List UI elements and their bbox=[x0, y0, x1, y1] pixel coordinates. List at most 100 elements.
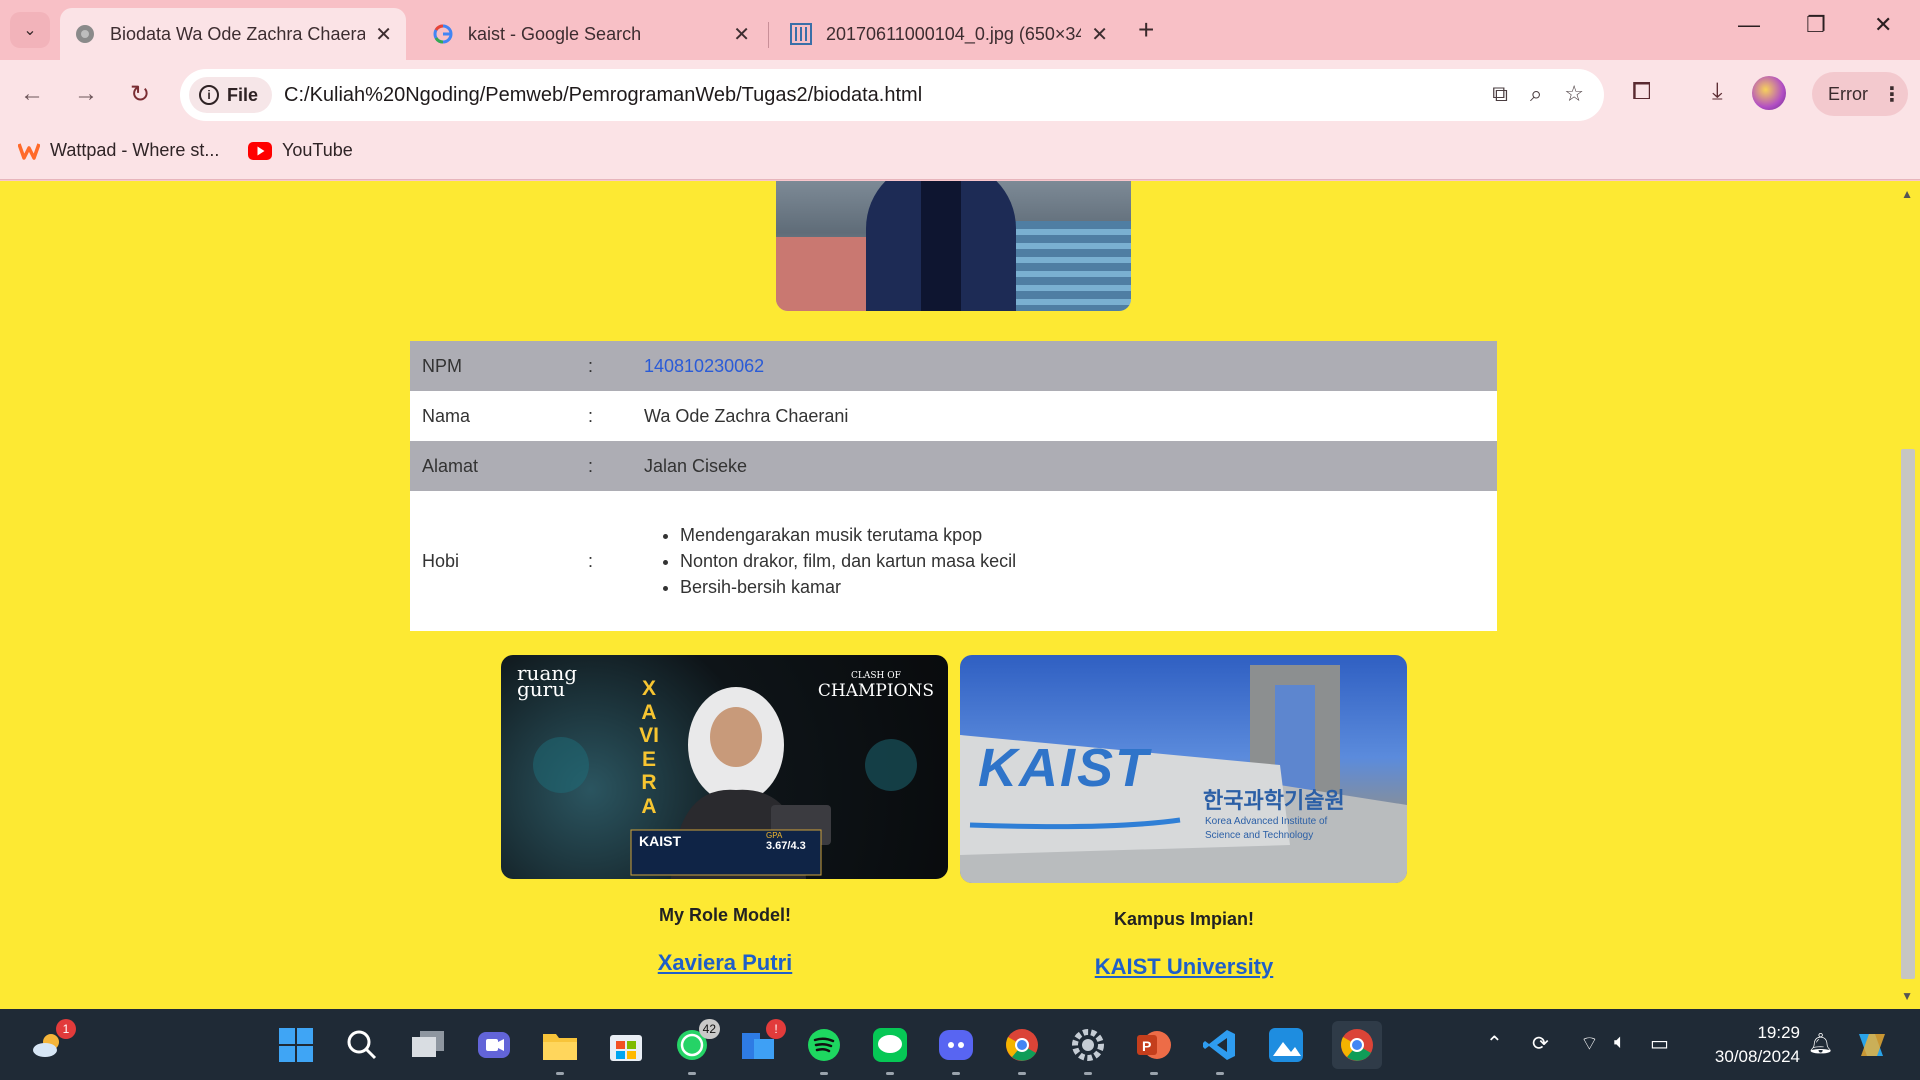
biodata-table: NPM : 140810230062 Nama : Wa Ode Zachra … bbox=[410, 341, 1497, 631]
chrome-icon[interactable] bbox=[1002, 1025, 1042, 1075]
vscode-icon[interactable] bbox=[1200, 1025, 1240, 1075]
table-row: NPM : 140810230062 bbox=[410, 341, 1497, 391]
settings-icon[interactable] bbox=[1068, 1025, 1108, 1075]
bookmarks-bar: Wattpad - Where st... YouTube bbox=[0, 130, 1920, 180]
scroll-down-icon[interactable]: ▼ bbox=[1901, 989, 1913, 1003]
copilot-icon[interactable] bbox=[1852, 1025, 1892, 1065]
search-icon[interactable] bbox=[342, 1025, 382, 1065]
close-icon[interactable]: ✕ bbox=[733, 22, 750, 47]
task-view-icon[interactable] bbox=[408, 1025, 448, 1065]
wattpad-icon bbox=[18, 141, 40, 161]
row-separator: : bbox=[588, 455, 594, 476]
browser-toolbar: ← → ↻ i File C:/Kuliah%20Ngoding/Pemweb/… bbox=[0, 60, 1920, 130]
whatsapp-icon[interactable]: 42 bbox=[672, 1019, 720, 1075]
hobi-cell: Mendengarakan musik terutama kpop Nonton… bbox=[632, 491, 1497, 631]
tab-biodata[interactable]: Biodata Wa Ode Zachra Chaerani ✕ bbox=[60, 8, 406, 60]
table-row: Nama : Wa Ode Zachra Chaerani bbox=[410, 391, 1497, 441]
event-text: CHAMPIONS bbox=[817, 681, 934, 701]
discord-icon[interactable] bbox=[936, 1025, 976, 1075]
scroll-up-icon[interactable]: ▲ bbox=[1901, 187, 1913, 201]
english-text: Science and Technology bbox=[1205, 830, 1314, 841]
role-model-card: ruang guru XAVIERA CLASH OF CHAMPIONS KA… bbox=[501, 655, 949, 976]
minimize-icon[interactable]: — bbox=[1738, 12, 1760, 38]
bookmark-wattpad[interactable]: Wattpad - Where st... bbox=[18, 140, 219, 161]
sync-icon[interactable]: ⟳ bbox=[1532, 1031, 1549, 1056]
notification-bell-icon[interactable]: 🔔︎ bbox=[1808, 1031, 1833, 1056]
store-icon[interactable] bbox=[606, 1025, 646, 1065]
gpa-value: 3.67/4.3 bbox=[766, 840, 806, 852]
gpa-label: GPA bbox=[766, 831, 783, 840]
tab-google-search[interactable]: kaist - Google Search ✕ bbox=[418, 8, 764, 60]
clock[interactable]: 19:29 30/08/2024 bbox=[1700, 1021, 1800, 1069]
row-separator: : bbox=[588, 355, 594, 376]
event-text: CLASH OF bbox=[850, 671, 901, 681]
chrome-active-icon[interactable] bbox=[1332, 1021, 1382, 1069]
wifi-icon[interactable]: ⌔ bbox=[1580, 1031, 1599, 1056]
download-icon[interactable]: ⤓ bbox=[1712, 78, 1723, 106]
star-icon[interactable]: ☆ bbox=[1564, 81, 1584, 107]
photos-icon[interactable] bbox=[1266, 1025, 1306, 1065]
volume-icon[interactable]: 🔈︎ bbox=[1614, 1031, 1626, 1054]
close-window-icon[interactable]: ✕ bbox=[1874, 12, 1892, 38]
close-icon[interactable]: ✕ bbox=[1091, 22, 1108, 47]
line-icon[interactable] bbox=[870, 1025, 910, 1075]
row-key: NPM bbox=[422, 355, 462, 376]
google-icon bbox=[432, 23, 454, 45]
spotify-icon[interactable] bbox=[804, 1025, 844, 1075]
campus-image: KAIST 한국과학기술원 Korea Advanced Institute o… bbox=[960, 655, 1407, 883]
row-value: Wa Ode Zachra Chaerani bbox=[644, 405, 849, 426]
role-model-link[interactable]: Xaviera Putri bbox=[658, 950, 793, 976]
hobi-list: Mendengarakan musik terutama kpop Nonton… bbox=[644, 522, 1485, 600]
scroll-thumb[interactable] bbox=[1901, 449, 1915, 979]
new-tab-button[interactable]: + bbox=[1138, 14, 1154, 46]
weather-icon[interactable]: 1 bbox=[28, 1019, 76, 1065]
row-key: Hobi bbox=[422, 550, 460, 571]
chip-label: File bbox=[227, 84, 259, 105]
extensions-icon[interactable]: ⧠ bbox=[1632, 78, 1651, 106]
error-button[interactable]: Error ⋮ bbox=[1812, 72, 1908, 116]
chevron-down-icon: ⌄ bbox=[23, 22, 37, 39]
site-info-chip[interactable]: i File bbox=[189, 77, 273, 113]
menu-icon: ⋮ bbox=[1882, 83, 1902, 106]
restore-icon[interactable]: ❐ bbox=[1806, 12, 1826, 38]
reload-icon[interactable]: ↻ bbox=[122, 76, 158, 112]
tab-search-button[interactable]: ⌄ bbox=[10, 12, 50, 48]
table-row-hobi: Hobi : Mendengarakan musik terutama kpop… bbox=[410, 491, 1497, 631]
info-icon: i bbox=[199, 85, 219, 105]
bookmark-label: Wattpad - Where st... bbox=[50, 140, 220, 160]
windows-start-icon[interactable] bbox=[276, 1025, 316, 1065]
chevron-up-icon[interactable]: ⌃ bbox=[1486, 1031, 1503, 1056]
address-bar[interactable]: i File C:/Kuliah%20Ngoding/Pemweb/Pemrog… bbox=[180, 69, 1604, 121]
powerpoint-icon[interactable]: P bbox=[1134, 1025, 1174, 1075]
back-icon[interactable]: ← bbox=[14, 76, 50, 112]
clock-time: 19:29 bbox=[1757, 1023, 1800, 1042]
forward-icon[interactable]: → bbox=[68, 76, 104, 112]
list-item: Nonton drakor, film, dan kartun masa kec… bbox=[680, 548, 1485, 574]
bookmark-youtube[interactable]: YouTube bbox=[248, 140, 353, 161]
campus-link[interactable]: KAIST University bbox=[1095, 954, 1274, 980]
list-item: Bersih-bersih kamar bbox=[680, 574, 1485, 600]
close-icon[interactable]: ✕ bbox=[375, 22, 392, 47]
english-text: Korea Advanced Institute of bbox=[1205, 816, 1328, 827]
zoom-icon[interactable]: ⌕ bbox=[1530, 81, 1542, 107]
scrollbar[interactable]: ▲ ▼ bbox=[1894, 181, 1920, 1009]
tab-title: Biodata Wa Ode Zachra Chaerani bbox=[110, 23, 366, 44]
notes-app-icon[interactable]: ! bbox=[738, 1019, 786, 1065]
npm-value[interactable]: 140810230062 bbox=[632, 341, 1497, 391]
campus-caption: Kampus Impian! bbox=[1113, 909, 1255, 929]
battery-icon[interactable]: ▭ bbox=[1650, 1031, 1669, 1056]
tab-image[interactable]: 20170611000104_0.jpg (650×340) ✕ bbox=[776, 8, 1122, 60]
url-text[interactable]: C:/Kuliah%20Ngoding/Pemweb/PemrogramanWe… bbox=[284, 84, 922, 107]
page-viewport: NPM : 140810230062 Nama : Wa Ode Zachra … bbox=[0, 181, 1920, 1009]
school-text: KAIST bbox=[639, 833, 681, 849]
meet-icon[interactable] bbox=[474, 1025, 514, 1065]
translate-icon[interactable]: ⧉ bbox=[1492, 81, 1508, 107]
file-explorer-icon[interactable] bbox=[540, 1025, 580, 1075]
role-model-caption: My Role Model! bbox=[658, 905, 791, 925]
alert-badge: ! bbox=[766, 1019, 786, 1039]
row-separator: : bbox=[588, 550, 594, 571]
avatar[interactable] bbox=[1752, 76, 1786, 110]
bookmark-label: YouTube bbox=[282, 140, 353, 160]
globe-icon bbox=[74, 23, 96, 45]
vertical-name-text: XAVIERA bbox=[639, 677, 659, 818]
